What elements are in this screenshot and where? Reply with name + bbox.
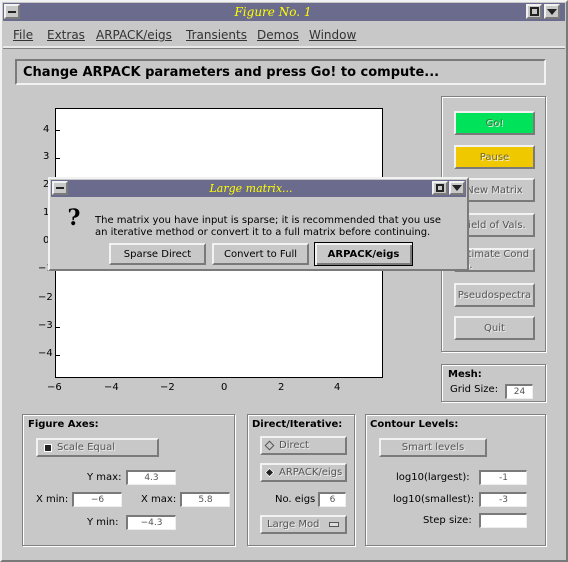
menu-window[interactable]: Window bbox=[309, 28, 356, 42]
contour-title: Contour Levels: bbox=[370, 419, 459, 430]
x-tick-neg2: −2 bbox=[160, 382, 175, 393]
menu-demos[interactable]: Demos bbox=[257, 28, 299, 42]
radio-off-icon bbox=[264, 440, 275, 451]
largest-field[interactable]: -1 bbox=[479, 470, 527, 485]
dialog-menu-button[interactable] bbox=[52, 181, 68, 195]
arpack-radio[interactable]: ARPACK/eigs bbox=[260, 463, 347, 482]
window-menu-button[interactable] bbox=[4, 4, 20, 19]
quit-button[interactable]: Quit bbox=[454, 316, 535, 340]
menu-arpack-eigs[interactable]: ARPACK/eigs bbox=[96, 28, 172, 42]
x-tick-neg4: −4 bbox=[104, 382, 119, 393]
scale-equal-toggle[interactable]: Scale Equal bbox=[36, 438, 159, 457]
dialog-title: Large matrix... bbox=[209, 182, 293, 195]
xmin-label: X min: bbox=[36, 494, 69, 505]
ymax-field[interactable]: 4.3 bbox=[126, 470, 176, 485]
y-tick-neg3: −3 bbox=[38, 320, 53, 331]
option-menu-icon bbox=[329, 522, 339, 527]
scale-equal-label: Scale Equal bbox=[57, 442, 115, 453]
radio-on-icon bbox=[264, 467, 275, 478]
menu-transients[interactable]: Transients bbox=[186, 28, 247, 42]
neigs-field[interactable]: 6 bbox=[318, 492, 346, 507]
maximize-button[interactable] bbox=[526, 4, 542, 19]
dialog-maximize-button[interactable] bbox=[432, 181, 448, 195]
status-text: Change ARPACK parameters and press Go! t… bbox=[23, 64, 440, 80]
smart-levels-button[interactable]: Smart levels bbox=[379, 438, 487, 457]
convert-to-full-button[interactable]: Convert to Full bbox=[212, 243, 309, 265]
go-button[interactable]: Go! bbox=[454, 111, 535, 135]
grid-size-label: Grid Size: bbox=[450, 384, 499, 395]
checkbox-icon bbox=[44, 443, 52, 452]
maximize-icon bbox=[436, 184, 444, 192]
xmax-label: X max: bbox=[141, 494, 177, 505]
xmax-field[interactable]: 5.8 bbox=[180, 492, 230, 507]
xmin-field[interactable]: −6 bbox=[72, 492, 122, 507]
y-tick-neg4: −4 bbox=[38, 348, 53, 359]
dropdown-button[interactable] bbox=[544, 4, 560, 19]
arpack-eigs-button[interactable]: ARPACK/eigs bbox=[314, 242, 413, 266]
pseudospectra-button[interactable]: Pseudospectra bbox=[454, 283, 535, 307]
large-matrix-dialog: Large matrix... ? The matrix you have in… bbox=[48, 177, 469, 271]
maximize-icon bbox=[529, 7, 539, 16]
arpack-label: ARPACK/eigs bbox=[279, 467, 343, 478]
menu-extras[interactable]: Extras bbox=[47, 28, 85, 42]
ymax-label: Y max: bbox=[87, 472, 122, 483]
status-bar: Change ARPACK parameters and press Go! t… bbox=[15, 59, 546, 85]
y-tick-neg2: −2 bbox=[38, 292, 53, 303]
direct-label: Direct bbox=[279, 440, 309, 451]
x-tick-2: 2 bbox=[278, 382, 285, 393]
dialog-message: The matrix you have input is sparse; it … bbox=[95, 215, 442, 238]
question-icon: ? bbox=[67, 205, 81, 231]
mesh-title: Mesh: bbox=[448, 369, 482, 380]
grid-size-field[interactable]: 24 bbox=[505, 384, 533, 399]
mode-label: Large Mod bbox=[267, 519, 320, 530]
step-label: Step size: bbox=[423, 515, 472, 526]
minus-icon bbox=[56, 187, 64, 189]
menu-file[interactable]: File bbox=[13, 28, 33, 42]
sparse-direct-button[interactable]: Sparse Direct bbox=[109, 243, 206, 265]
window-title-bar[interactable]: Figure No. 1 bbox=[3, 3, 565, 21]
x-tick-0: 0 bbox=[221, 382, 228, 393]
smallest-field[interactable]: -3 bbox=[479, 492, 527, 507]
window-title: Figure No. 1 bbox=[234, 5, 312, 19]
chevron-down-icon bbox=[547, 8, 557, 15]
chevron-down-icon bbox=[452, 185, 462, 191]
x-tick-4: 4 bbox=[334, 382, 341, 393]
minus-icon bbox=[8, 10, 16, 13]
y-tick-3: 3 bbox=[43, 151, 50, 162]
ymin-field[interactable]: −4.3 bbox=[126, 515, 176, 530]
neigs-label: No. eigs bbox=[275, 494, 316, 505]
dialog-dropdown-button[interactable] bbox=[449, 181, 465, 195]
step-field[interactable] bbox=[479, 513, 527, 528]
largest-label: log10(largest): bbox=[396, 472, 470, 483]
mode-select[interactable]: Large Mod bbox=[260, 515, 347, 534]
dialog-title-bar[interactable]: Large matrix... bbox=[51, 180, 466, 197]
smallest-label: log10(smallest): bbox=[393, 494, 475, 505]
pause-button[interactable]: Pause bbox=[454, 145, 535, 169]
x-tick-neg6: −6 bbox=[47, 382, 62, 393]
direct-radio[interactable]: Direct bbox=[260, 436, 347, 455]
y-tick-4: 4 bbox=[43, 124, 50, 135]
ymin-label: Y min: bbox=[87, 517, 119, 528]
direct-iterative-title: Direct/Iterative: bbox=[252, 419, 343, 430]
figure-axes-title: Figure Axes: bbox=[28, 419, 99, 430]
